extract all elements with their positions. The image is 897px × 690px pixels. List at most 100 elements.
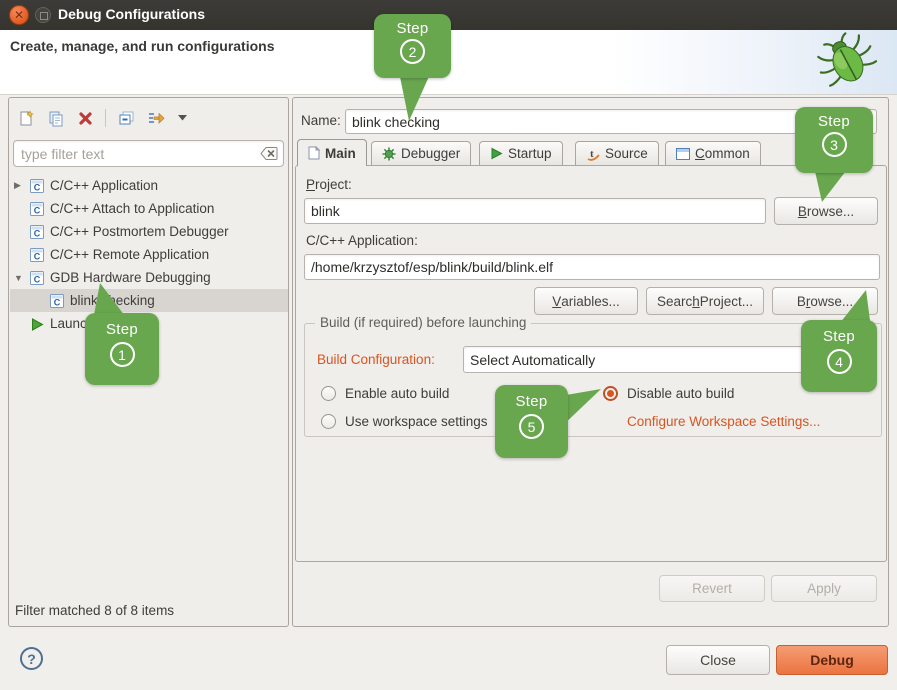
browse-application-button[interactable]: Browse... — [772, 287, 878, 315]
name-label: Name: — [301, 113, 341, 128]
configurations-toolbar — [15, 106, 188, 130]
main-tab-icon — [308, 146, 320, 160]
common-tab-icon — [676, 148, 690, 160]
source-tab-icon: t — [586, 147, 600, 161]
duplicate-configuration-icon[interactable] — [45, 108, 65, 128]
apply-button[interactable]: Apply — [771, 575, 877, 602]
tree-item-gdb-hardware[interactable]: ▼ C GDB Hardware Debugging — [10, 266, 288, 289]
tab-label: Common — [695, 146, 750, 161]
banner-title: Create, manage, and run configurations — [10, 38, 275, 54]
delete-configuration-icon[interactable] — [75, 108, 95, 128]
configuration-detail-panel: Name: Main Debugger Startup t Source Com… — [292, 97, 889, 627]
window-menu-button[interactable] — [35, 7, 51, 23]
build-group-legend: Build (if required) before launching — [315, 315, 531, 330]
use-workspace-settings-radio[interactable] — [321, 414, 336, 429]
bug-icon — [802, 30, 892, 94]
revert-button[interactable]: Revert — [659, 575, 765, 602]
configurations-tree: ▶ C C/C++ Application C C/C++ Attach to … — [10, 174, 288, 335]
c-application-icon: C — [30, 248, 44, 262]
filter-field — [13, 140, 284, 167]
debug-configurations-dialog: ✕ Debug Configurations Create, manage, a… — [0, 0, 897, 690]
disable-auto-build-radio[interactable] — [603, 386, 618, 401]
tab-source[interactable]: t Source — [575, 141, 659, 165]
step-number: 4 — [827, 349, 852, 374]
step-number: 5 — [519, 414, 544, 439]
filter-input[interactable] — [21, 144, 251, 163]
tab-label: Startup — [508, 146, 552, 161]
toolbar-separator — [105, 109, 106, 127]
step-2-callout: Step 2 — [374, 14, 451, 78]
search-project-button[interactable]: Search Project... — [646, 287, 764, 315]
tree-item-cpp-remote[interactable]: C C/C++ Remote Application — [10, 243, 288, 266]
step-number: 3 — [822, 132, 847, 157]
tree-item-label: GDB Hardware Debugging — [50, 270, 211, 285]
svg-text:t: t — [590, 148, 594, 160]
svg-text:C: C — [34, 228, 41, 238]
tree-item-blink-checking[interactable]: C blink checking — [10, 289, 288, 312]
step-label: Step — [85, 321, 159, 338]
application-input[interactable] — [304, 254, 880, 280]
launch-group-icon — [30, 317, 44, 331]
tree-item-cpp-postmortem[interactable]: C C/C++ Postmortem Debugger — [10, 220, 288, 243]
step-5-callout: Step 5 — [495, 385, 568, 458]
enable-auto-build-radio[interactable] — [321, 386, 336, 401]
enable-auto-build-label[interactable]: Enable auto build — [345, 386, 449, 401]
twistie-expanded-icon[interactable]: ▼ — [14, 273, 30, 283]
tab-startup[interactable]: Startup — [479, 141, 563, 165]
filter-configurations-icon[interactable] — [146, 108, 166, 128]
debugger-tab-icon — [382, 147, 396, 161]
project-input[interactable] — [304, 198, 766, 224]
configure-workspace-settings-link[interactable]: Configure Workspace Settings... — [627, 414, 820, 429]
tab-label: Debugger — [401, 146, 460, 161]
disable-auto-build-label[interactable]: Disable auto build — [627, 386, 734, 401]
filter-status: Filter matched 8 of 8 items — [15, 603, 174, 618]
new-configuration-icon[interactable] — [15, 108, 35, 128]
c-application-icon: C — [30, 271, 44, 285]
tab-label: Main — [325, 146, 356, 161]
tree-item-cpp-application[interactable]: ▶ C C/C++ Application — [10, 174, 288, 197]
step-label: Step — [801, 328, 877, 345]
svg-text:C: C — [34, 205, 41, 215]
build-configuration-label: Build Configuration: — [317, 352, 435, 367]
tree-item-label: C/C++ Application — [50, 178, 158, 193]
close-button[interactable]: Close — [666, 645, 770, 675]
help-button[interactable]: ? — [20, 647, 43, 670]
project-label: Project: — [306, 177, 352, 192]
window-close-button[interactable]: ✕ — [9, 5, 29, 25]
step-label: Step — [495, 393, 568, 410]
c-application-icon: C — [30, 202, 44, 216]
main-tab-content: Project: Browse... C/C++ Application: Va… — [295, 165, 887, 562]
tab-main[interactable]: Main — [297, 139, 367, 166]
tree-item-cpp-attach[interactable]: C C/C++ Attach to Application — [10, 197, 288, 220]
tab-label: Source — [605, 146, 648, 161]
c-application-icon: C — [30, 225, 44, 239]
svg-text:C: C — [34, 274, 41, 284]
step-label: Step — [374, 20, 451, 37]
step-number: 2 — [400, 39, 425, 64]
svg-text:C: C — [34, 251, 41, 261]
tab-debugger[interactable]: Debugger — [371, 141, 471, 165]
twistie-collapsed-icon[interactable]: ▶ — [14, 180, 30, 191]
svg-text:C: C — [54, 297, 61, 307]
step-4-callout: Step 4 — [801, 320, 877, 392]
variables-button[interactable]: Variables... — [534, 287, 638, 315]
startup-tab-icon — [490, 147, 503, 160]
step-number: 1 — [110, 342, 135, 367]
collapse-all-icon[interactable] — [116, 108, 136, 128]
step-1-callout: Step 1 — [85, 313, 159, 385]
filter-menu-caret-icon[interactable] — [176, 108, 188, 128]
browse-project-button[interactable]: Browse... — [774, 197, 878, 225]
window-title: Debug Configurations — [58, 6, 205, 22]
application-label: C/C++ Application: — [306, 233, 418, 248]
build-group: Build (if required) before launching Bui… — [304, 323, 882, 437]
clear-filter-icon[interactable] — [260, 146, 278, 161]
c-application-icon: C — [50, 294, 64, 308]
debug-button[interactable]: Debug — [776, 645, 888, 675]
tab-common[interactable]: Common — [665, 141, 761, 165]
step-label: Step — [795, 113, 873, 130]
step-3-callout: Step 3 — [795, 107, 873, 173]
tree-item-label: blink checking — [70, 293, 155, 308]
c-application-icon: C — [30, 179, 44, 193]
use-workspace-settings-label[interactable]: Use workspace settings — [345, 414, 488, 429]
tree-item-label: C/C++ Attach to Application — [50, 201, 214, 216]
